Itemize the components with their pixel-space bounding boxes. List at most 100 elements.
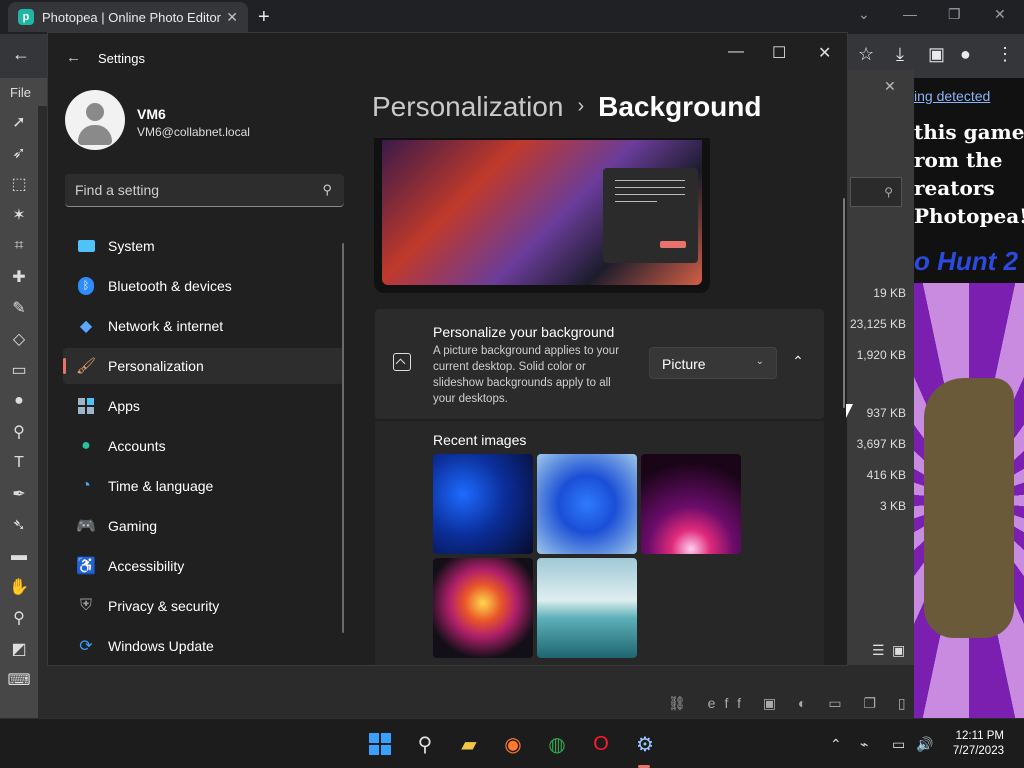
file-size: 1,920 KB: [856, 348, 906, 362]
nav-scrollbar[interactable]: [342, 243, 344, 633]
recent-image-thumbnail[interactable]: [433, 454, 533, 554]
star-icon[interactable]: ☆: [858, 44, 874, 65]
chevron-up-icon[interactable]: ⌃: [787, 353, 809, 375]
bluetooth-icon: ᛒ: [76, 276, 96, 296]
opera-icon[interactable]: O: [589, 732, 613, 756]
grid-view-icon[interactable]: ▣: [892, 642, 905, 659]
nav-label: Gaming: [108, 518, 158, 534]
file-explorer-icon[interactable]: ▰: [457, 732, 481, 756]
list-view-icon[interactable]: ☰: [872, 642, 885, 659]
marquee-tool-icon[interactable]: ⬚: [0, 168, 38, 199]
nav-item-network[interactable]: ◆ Network & internet: [63, 308, 343, 344]
recent-image-thumbnail[interactable]: [537, 558, 637, 658]
select-tool-icon[interactable]: ➶: [0, 137, 38, 168]
nav-item-bluetooth[interactable]: ᛒ Bluetooth & devices: [63, 268, 343, 304]
ad-link[interactable]: ing detected: [914, 88, 990, 104]
nav-item-time-language[interactable]: ◔ Time & language: [63, 468, 343, 504]
background-type-dropdown[interactable]: Picture ⌄: [649, 347, 777, 379]
recent-image-thumbnail[interactable]: [537, 454, 637, 554]
blur-tool-icon[interactable]: ●: [0, 385, 38, 416]
breadcrumb: Personalization › Background: [372, 91, 761, 123]
zoom-tool-icon[interactable]: ⚲: [0, 602, 38, 633]
browser-tab-bar: p Photopea | Online Photo Editor ✕ + ⌄ —…: [0, 0, 1024, 34]
gradient-tool-icon[interactable]: ▭: [0, 354, 38, 385]
brush-tool-icon[interactable]: ✎: [0, 292, 38, 323]
find-setting-search[interactable]: ⚲: [65, 174, 344, 207]
ad-text-line: reators: [914, 176, 995, 200]
chevron-down-icon[interactable]: ⌄: [858, 6, 870, 23]
more-menu-icon[interactable]: ⋮: [996, 44, 1014, 65]
nav-item-system[interactable]: System: [63, 228, 343, 264]
search-icon[interactable]: ⚲: [413, 732, 437, 756]
wallpaper-preview-image: [382, 140, 702, 285]
nav-item-privacy-security[interactable]: ⛨ Privacy & security: [63, 588, 343, 624]
minimize-icon[interactable]: —: [728, 43, 744, 61]
path-select-icon[interactable]: ➴: [0, 509, 38, 540]
crop-tool-icon[interactable]: ⌗: [0, 230, 38, 261]
restore-icon[interactable]: ❐: [948, 6, 961, 23]
download-icon[interactable]: ⤓: [896, 44, 904, 65]
browser-tab-photopea[interactable]: p Photopea | Online Photo Editor ✕: [8, 2, 248, 32]
firefox-icon[interactable]: ◉: [501, 732, 525, 756]
preview-window-mock: [603, 168, 698, 263]
sidebar-icon[interactable]: ▣: [928, 44, 945, 65]
nav-item-windows-update[interactable]: ⟳ Windows Update: [63, 628, 343, 664]
eraser-tool-icon[interactable]: ◇: [0, 323, 38, 354]
nav-item-accounts[interactable]: ● Accounts: [63, 428, 343, 464]
nav-item-apps[interactable]: Apps: [63, 388, 343, 424]
panel-search-field[interactable]: ⚲: [850, 177, 902, 207]
dodge-tool-icon[interactable]: ⚲: [0, 416, 38, 447]
heal-tool-icon[interactable]: ✚: [0, 261, 38, 292]
nav-item-personalization[interactable]: 🖌 Personalization: [63, 348, 343, 384]
content-scrollbar[interactable]: [843, 198, 845, 408]
close-icon[interactable]: ✕: [818, 43, 831, 63]
panel-close-icon[interactable]: ✕: [884, 78, 896, 95]
pen-tool-icon[interactable]: ✒: [0, 478, 38, 509]
breadcrumb-parent[interactable]: Personalization: [372, 91, 563, 122]
file-size: 23,125 KB: [849, 317, 906, 331]
recent-image-thumbnail[interactable]: [641, 454, 741, 554]
update-icon: ⟳: [79, 638, 93, 655]
network-icon[interactable]: ⌁: [860, 736, 868, 753]
profile-icon[interactable]: ●: [960, 44, 971, 65]
color-swatch-icon[interactable]: ◩: [0, 633, 38, 664]
nav-label: System: [108, 238, 155, 254]
file-size: 937 KB: [866, 406, 906, 420]
settings-nav: System ᛒ Bluetooth & devices ◆ Network &…: [63, 228, 343, 665]
move-tool-icon[interactable]: ➚: [0, 106, 38, 137]
maximize-icon[interactable]: ☐: [772, 43, 786, 63]
taskbar-clock[interactable]: 12:11 PM 7/27/2023: [953, 729, 1004, 759]
layer-actions-icons[interactable]: ⛓ eff ▣ ◐ ▭ ❐ ▯: [668, 695, 915, 712]
back-arrow-icon[interactable]: ←: [12, 44, 30, 65]
hand-tool-icon[interactable]: ✋: [0, 571, 38, 602]
recent-image-thumbnail[interactable]: [433, 558, 533, 658]
type-tool-icon[interactable]: T: [0, 447, 38, 478]
avatar[interactable]: [65, 90, 125, 150]
search-icon: ⚲: [884, 185, 893, 199]
ad-text-line: this game: [914, 120, 1024, 144]
taskbar: ⚲ ▰ ◉ ◍ O ⚙ ⌃ ⌁ ▭ 🔊 12:11 PM 7/27/2023: [0, 718, 1024, 768]
tab-title: Photopea | Online Photo Editor: [42, 9, 221, 25]
settings-gear-icon[interactable]: ⚙: [633, 732, 657, 756]
start-button[interactable]: [368, 732, 392, 756]
shield-icon: ⛨: [79, 597, 92, 614]
search-icon[interactable]: ⚲: [322, 182, 332, 198]
advertisement: ing detected this game rom the reators P…: [914, 78, 1024, 718]
shape-tool-icon[interactable]: ▬: [0, 540, 38, 571]
minimize-icon[interactable]: —: [903, 6, 917, 22]
new-tab-button[interactable]: +: [258, 6, 270, 29]
keyboard-icon[interactable]: ⌨: [0, 664, 38, 695]
close-icon[interactable]: ✕: [994, 6, 1006, 23]
nav-item-gaming[interactable]: 🎮 Gaming: [63, 508, 343, 544]
search-input[interactable]: [75, 182, 305, 198]
tab-close-icon[interactable]: ✕: [226, 9, 238, 26]
nav-item-accessibility[interactable]: ♿ Accessibility: [63, 548, 343, 584]
display-icon[interactable]: ▭: [892, 736, 905, 753]
chrome-icon[interactable]: ◍: [545, 732, 569, 756]
volume-icon[interactable]: 🔊: [916, 736, 933, 753]
chevron-up-icon[interactable]: ⌃: [830, 736, 842, 753]
back-arrow-icon[interactable]: ←: [66, 49, 81, 66]
picture-icon: [393, 353, 411, 371]
menu-file[interactable]: File: [10, 85, 31, 100]
magic-wand-icon[interactable]: ✶: [0, 199, 38, 230]
